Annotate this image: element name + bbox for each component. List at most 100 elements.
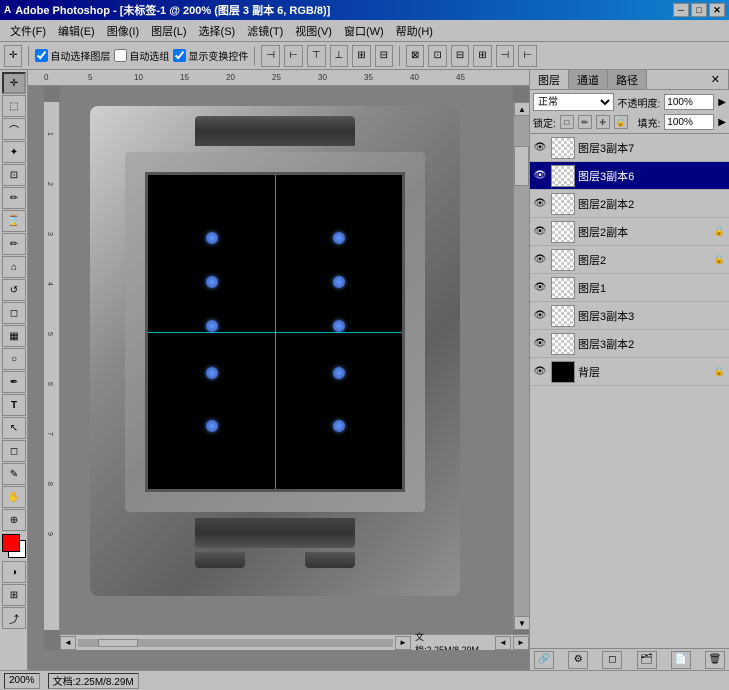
- layer-row-2[interactable]: 👁 图层3副本6: [530, 162, 729, 190]
- lock-image-button[interactable]: ✏: [578, 115, 592, 129]
- transform-handle-ml[interactable]: [206, 320, 218, 332]
- fill-input[interactable]: [664, 114, 714, 130]
- tab-paths[interactable]: 路径: [608, 70, 647, 89]
- layer-mask-button[interactable]: ◻: [602, 651, 622, 669]
- tool-eyedropper[interactable]: ✏: [2, 187, 26, 209]
- menu-filter[interactable]: 滤镜(T): [241, 21, 289, 41]
- transform-handle-tr[interactable]: [333, 232, 345, 244]
- align-bottom-button[interactable]: ⊟: [375, 45, 393, 67]
- layer-eye-1[interactable]: 👁: [532, 140, 548, 156]
- transform-handle-tl[interactable]: [206, 232, 218, 244]
- tool-text[interactable]: T: [2, 394, 26, 416]
- layer-row-1[interactable]: 👁 图层3副本7: [530, 134, 729, 162]
- distribute-6-button[interactable]: ⊢: [518, 45, 537, 67]
- menu-layer[interactable]: 图层(L): [145, 21, 192, 41]
- tool-heal[interactable]: ⌛: [2, 210, 26, 232]
- distribute-2-button[interactable]: ⊡: [428, 45, 446, 67]
- tool-clone[interactable]: ⌂: [2, 256, 26, 278]
- layer-eye-4[interactable]: 👁: [532, 224, 548, 240]
- tool-jump-to[interactable]: ⤴: [2, 607, 26, 629]
- tool-eraser[interactable]: ◻: [2, 302, 26, 324]
- layer-row-9[interactable]: 👁 背层 🔒: [530, 358, 729, 386]
- distribute-1-button[interactable]: ⊠: [406, 45, 424, 67]
- tool-dodge[interactable]: ○: [2, 348, 26, 370]
- layer-eye-2[interactable]: 👁: [532, 168, 548, 184]
- lock-all-button[interactable]: 🔒: [614, 115, 628, 129]
- tool-screen-mode[interactable]: ⊞: [2, 584, 26, 606]
- tool-gradient[interactable]: ▦: [2, 325, 26, 347]
- transform-handle-3r[interactable]: [333, 367, 345, 379]
- tool-shape[interactable]: ◻: [2, 440, 26, 462]
- minimize-button[interactable]: ─: [673, 3, 689, 17]
- layer-eye-6[interactable]: 👁: [532, 280, 548, 296]
- transform-handle-mr[interactable]: [333, 320, 345, 332]
- canvas-prev-button[interactable]: ◄: [495, 636, 511, 650]
- transform-handle-bl[interactable]: [206, 420, 218, 432]
- tool-move[interactable]: ✛: [2, 72, 26, 94]
- transform-handle-2r[interactable]: [333, 276, 345, 288]
- move-tool-button[interactable]: ✛: [4, 45, 22, 67]
- hscroll-left-button[interactable]: ◄: [60, 636, 76, 650]
- tool-zoom[interactable]: ⊕: [2, 509, 26, 531]
- show-transform-checkbox[interactable]: 显示变换控件: [173, 48, 248, 63]
- tool-path-select[interactable]: ↖: [2, 417, 26, 439]
- transform-handle-3l[interactable]: [206, 367, 218, 379]
- hscroll-thumb[interactable]: [98, 639, 138, 647]
- layer-effects-button[interactable]: ⚙: [568, 651, 588, 669]
- close-button[interactable]: ✕: [709, 3, 725, 17]
- layer-row-3[interactable]: 👁 图层2副本2: [530, 190, 729, 218]
- menu-edit[interactable]: 编辑(E): [52, 21, 101, 41]
- tool-pen[interactable]: ✒: [2, 371, 26, 393]
- panel-close-button[interactable]: ✕: [703, 70, 729, 89]
- maximize-button[interactable]: □: [691, 3, 707, 17]
- vscroll-thumb[interactable]: [514, 146, 529, 186]
- distribute-3-button[interactable]: ⊟: [451, 45, 469, 67]
- align-right-button[interactable]: ⊤: [307, 45, 326, 67]
- tool-magic-wand[interactable]: ✦: [2, 141, 26, 163]
- canvas-next-button[interactable]: ►: [513, 636, 529, 650]
- align-center-button[interactable]: ⊢: [284, 45, 303, 67]
- menu-help[interactable]: 帮助(H): [390, 21, 439, 41]
- new-layer-button[interactable]: 📄: [671, 651, 691, 669]
- lock-position-button[interactable]: ✛: [596, 115, 610, 129]
- menu-window[interactable]: 窗口(W): [338, 21, 390, 41]
- layer-row-4[interactable]: 👁 图层2副本 🔒: [530, 218, 729, 246]
- opacity-arrow[interactable]: ▶: [718, 97, 726, 108]
- layer-row-6[interactable]: 👁 图层1: [530, 274, 729, 302]
- opacity-input[interactable]: [664, 94, 714, 110]
- tool-history[interactable]: ↺: [2, 279, 26, 301]
- tool-lasso[interactable]: ⌒: [2, 118, 26, 140]
- tool-quickmask[interactable]: ◑: [2, 561, 26, 583]
- layer-eye-3[interactable]: 👁: [532, 196, 548, 212]
- auto-select-group-checkbox[interactable]: 自动选组: [114, 48, 169, 63]
- tool-brush[interactable]: ✏: [2, 233, 26, 255]
- align-middle-button[interactable]: ⊞: [352, 45, 370, 67]
- menu-file[interactable]: 文件(F): [4, 21, 52, 41]
- distribute-5-button[interactable]: ⊣: [496, 45, 515, 67]
- distribute-4-button[interactable]: ⊞: [473, 45, 491, 67]
- tab-layers[interactable]: 图层: [530, 70, 569, 89]
- transform-handle-br[interactable]: [333, 420, 345, 432]
- layer-eye-8[interactable]: 👁: [532, 336, 548, 352]
- tool-marquee[interactable]: ⬚: [2, 95, 26, 117]
- auto-select-group-input[interactable]: [114, 49, 127, 62]
- foreground-color-swatch[interactable]: [2, 534, 20, 552]
- link-layers-button[interactable]: 🔗: [534, 651, 554, 669]
- auto-select-layer-checkbox[interactable]: 自动选择图层: [35, 48, 110, 63]
- blend-mode-select[interactable]: 正常: [533, 93, 614, 111]
- vscroll-down-button[interactable]: ▼: [514, 616, 529, 630]
- menu-select[interactable]: 选择(S): [193, 21, 242, 41]
- layer-row-8[interactable]: 👁 图层3副本2: [530, 330, 729, 358]
- tool-crop[interactable]: ⊡: [2, 164, 26, 186]
- layer-row-5[interactable]: 👁 图层2 🔒: [530, 246, 729, 274]
- tab-channels[interactable]: 通道: [569, 70, 608, 89]
- align-top-button[interactable]: ⊥: [330, 45, 349, 67]
- align-left-button[interactable]: ⊣: [261, 45, 280, 67]
- menu-image[interactable]: 图像(I): [101, 21, 145, 41]
- transform-handle-2l[interactable]: [206, 276, 218, 288]
- tool-hand[interactable]: ✋: [2, 486, 26, 508]
- delete-layer-button[interactable]: 🗑: [705, 651, 725, 669]
- layer-eye-7[interactable]: 👁: [532, 308, 548, 324]
- hscroll-right-button[interactable]: ►: [395, 636, 411, 650]
- menu-view[interactable]: 视图(V): [289, 21, 338, 41]
